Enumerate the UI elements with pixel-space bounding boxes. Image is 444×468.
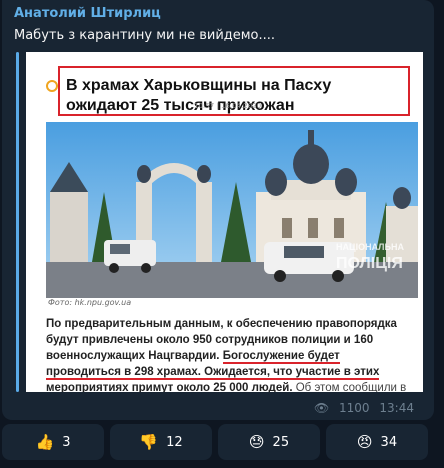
reactions-bar: 👍 3 👎 12 😓 25 😠 34: [0, 424, 444, 460]
reaction-count: 3: [62, 434, 71, 450]
eye-icon: 👁: [313, 401, 330, 415]
reaction-count: 25: [272, 434, 290, 450]
article-body: По предварительным данным, к обеспечению…: [46, 316, 412, 392]
thumbs-down-icon: 👎: [139, 433, 159, 451]
reaction-tired-face[interactable]: 😓 25: [218, 424, 320, 460]
church-photo-image: НАЦІОНАЛЬНА ПОЛІЦІЯ: [46, 122, 418, 298]
article-headline: В храмах Харьковщины на Пасху ожидают 25…: [66, 77, 332, 114]
message-stats: 👁 1100 13:44: [308, 401, 414, 415]
reaction-count: 34: [380, 434, 398, 450]
news-screenshot[interactable]: В храмах Харьковщины на Пасху ожидают 25…: [26, 52, 423, 392]
police-watermark-line2: ПОЛІЦІЯ: [336, 255, 403, 272]
headline-bullet-icon: [46, 80, 58, 92]
author-name[interactable]: Анатолий Штирлиц: [14, 6, 161, 21]
reaction-angry-face[interactable]: 😠 34: [326, 424, 428, 460]
church-photo: НАЦІОНАЛЬНА ПОЛІЦІЯ: [46, 122, 418, 298]
reaction-thumbs-up[interactable]: 👍 3: [2, 424, 104, 460]
tired-face-icon: 😓: [248, 433, 265, 451]
police-watermark-line1: НАЦІОНАЛЬНА: [336, 242, 404, 252]
reaction-count: 12: [166, 434, 183, 450]
reaction-thumbs-down[interactable]: 👎 12: [110, 424, 212, 460]
message-caption: Мабуть з карантину ми не вийдемо....: [14, 28, 276, 43]
article-meta: 10:57 | 16.04.2020: [194, 102, 262, 110]
message-bubble: Анатолий Штирлиц Мабуть з карантину ми н…: [2, 0, 434, 420]
angry-face-icon: 😠: [356, 433, 373, 451]
message-time: 13:44: [379, 401, 414, 415]
body-text-intro: По предварительным данным, к обеспечению…: [46, 318, 397, 362]
view-count: 1100: [339, 401, 370, 415]
thumbs-up-icon: 👍: [35, 433, 55, 451]
media-accent-bar: [16, 52, 19, 392]
photo-credit: Фото: hk.npu.gov.ua: [48, 298, 132, 307]
